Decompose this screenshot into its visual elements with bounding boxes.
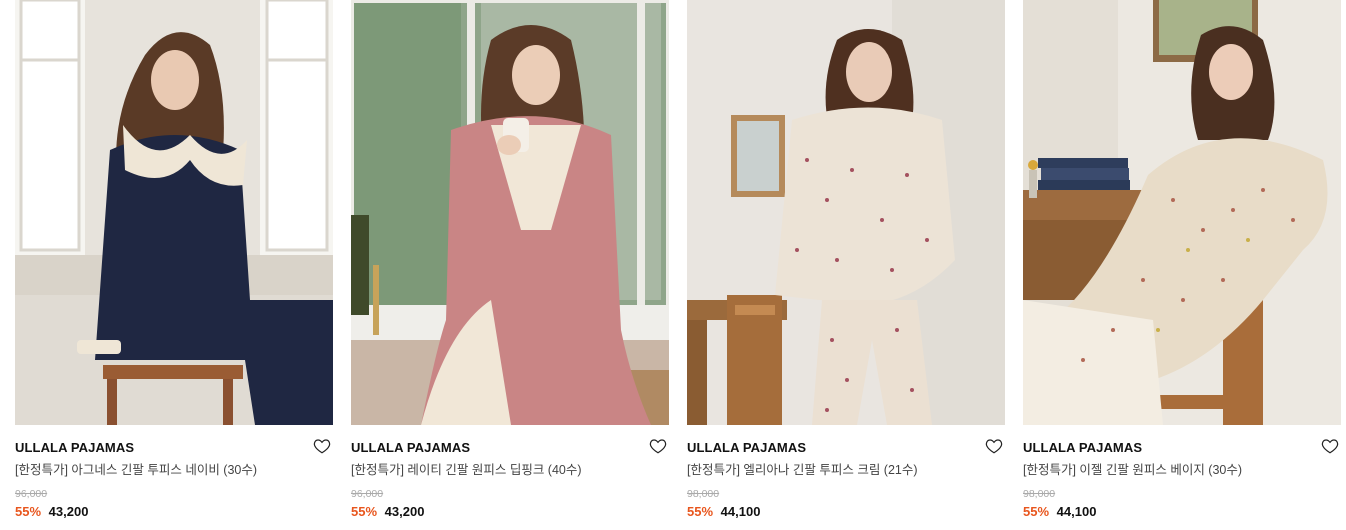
product-card[interactable]: ULLALA PAJAMAS [한정특가] 엘리아나 긴팔 투피스 크림 (21…: [687, 0, 1005, 530]
product-photo-navy: [15, 0, 333, 425]
product-image[interactable]: [687, 0, 1005, 425]
brand-name: ULLALA PAJAMAS: [15, 440, 135, 455]
sale-price: 43,200: [48, 504, 89, 519]
product-photo-beige: [1023, 0, 1341, 425]
sale-price: 44,100: [720, 504, 761, 519]
price-row: 55% 43,200: [15, 504, 88, 520]
sale-price: 43,200: [384, 504, 425, 519]
product-name[interactable]: [한정특가] 이젤 긴팔 원피스 베이지 (30수): [1023, 462, 1242, 478]
brand-name: ULLALA PAJAMAS: [351, 440, 471, 455]
discount-rate: 55%: [15, 504, 42, 519]
sale-price: 44,100: [1056, 504, 1097, 519]
original-price: 96,000: [15, 488, 48, 500]
price-row: 55% 43,200: [351, 504, 424, 520]
product-image[interactable]: [1023, 0, 1341, 425]
discount-rate: 55%: [351, 504, 378, 519]
product-image[interactable]: [15, 0, 333, 425]
product-image[interactable]: [351, 0, 669, 425]
original-price: 98,000: [687, 488, 720, 500]
product-name[interactable]: [한정특가] 레이티 긴팔 원피스 딥핑크 (40수): [351, 462, 582, 478]
product-grid: ULLALA PAJAMAS [한정특가] 아그네스 긴팔 투피스 네이비 (3…: [15, 0, 1341, 530]
product-name[interactable]: [한정특가] 아그네스 긴팔 투피스 네이비 (30수): [15, 462, 257, 478]
original-price: 98,000: [1023, 488, 1056, 500]
brand-name: ULLALA PAJAMAS: [687, 440, 807, 455]
heart-outline-icon[interactable]: [985, 437, 1003, 455]
heart-outline-icon[interactable]: [649, 437, 667, 455]
discount-rate: 55%: [687, 504, 714, 519]
brand-name: ULLALA PAJAMAS: [1023, 440, 1143, 455]
price-row: 55% 44,100: [687, 504, 760, 520]
price-row: 55% 44,100: [1023, 504, 1096, 520]
product-card[interactable]: ULLALA PAJAMAS [한정특가] 아그네스 긴팔 투피스 네이비 (3…: [15, 0, 333, 530]
product-photo-cream: [687, 0, 1005, 425]
original-price: 96,000: [351, 488, 384, 500]
product-card[interactable]: ULLALA PAJAMAS [한정특가] 레이티 긴팔 원피스 딥핑크 (40…: [351, 0, 669, 530]
heart-outline-icon[interactable]: [1321, 437, 1339, 455]
product-photo-pink: [351, 0, 669, 425]
discount-rate: 55%: [1023, 504, 1050, 519]
heart-outline-icon[interactable]: [313, 437, 331, 455]
product-card[interactable]: ULLALA PAJAMAS [한정특가] 이젤 긴팔 원피스 베이지 (30수…: [1023, 0, 1341, 530]
product-name[interactable]: [한정특가] 엘리아나 긴팔 투피스 크림 (21수): [687, 462, 918, 478]
